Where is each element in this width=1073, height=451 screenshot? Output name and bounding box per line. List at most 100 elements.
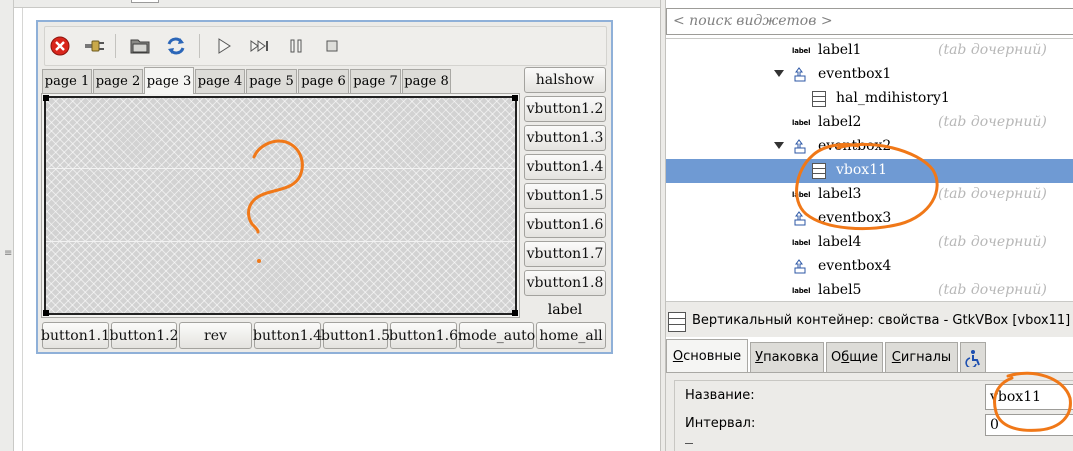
side-button-vbutton1-2[interactable]: vbutton1.2	[524, 96, 606, 122]
next-property-row	[685, 443, 693, 451]
widget-tree: label label1 (tab дочерний) eventbox1 hal_md…	[666, 38, 1073, 301]
refresh-icon[interactable]	[165, 35, 187, 57]
tab-page-8[interactable]: page 8	[402, 69, 451, 93]
placeholder-separator	[46, 241, 515, 242]
toolbar-separator	[115, 34, 116, 58]
bottom-button-button1-1[interactable]: button1.1	[41, 322, 110, 349]
tab-page-6[interactable]: page 6	[298, 69, 349, 93]
expander-icon[interactable]	[774, 70, 784, 77]
eventbox-widget-icon	[794, 259, 806, 274]
tab-page-2[interactable]: page 2	[93, 69, 143, 93]
tree-item-name: label5	[818, 282, 862, 298]
properties-title: Вертикальный контейнер: свойства - GtkVB…	[692, 313, 1071, 328]
props-tab-0[interactable]: Основные	[666, 339, 748, 373]
tree-item-name: label2	[818, 114, 862, 130]
tab-page-4[interactable]: page 4	[195, 69, 245, 93]
tree-row-hal-mdihistory1[interactable]: hal_mdihistory1	[666, 87, 1073, 111]
tree-row-label2[interactable]: label label2 (tab дочерний)	[666, 111, 1073, 135]
label-widget-icon: label	[792, 119, 811, 127]
name-field[interactable]: vbox11	[985, 384, 1073, 410]
bottom-button-rev[interactable]: rev	[179, 322, 252, 349]
tab-child-hint: (tab дочерний)	[938, 114, 1047, 130]
tree-row-label5[interactable]: label label5 (tab дочерний)	[666, 279, 1073, 301]
toolbar-separator	[199, 34, 200, 58]
toolbar	[44, 26, 607, 66]
tree-row-eventbox4[interactable]: eventbox4	[666, 255, 1073, 279]
step-forward-icon[interactable]	[249, 35, 271, 57]
side-button-vbutton1-7[interactable]: vbutton1.7	[524, 241, 606, 267]
label-widget-icon: label	[792, 47, 811, 55]
bottom-button-button1-6[interactable]: button1.6	[389, 322, 458, 349]
vbox-placeholder-area[interactable]	[44, 96, 517, 315]
tree-row-label1[interactable]: label label1 (tab дочерний)	[666, 39, 1073, 63]
props-tab-label: Упаковка	[755, 350, 819, 365]
tree-row-vbox11[interactable]: vbox11	[666, 159, 1073, 183]
tree-row-label3[interactable]: label label3 (tab дочерний)	[666, 183, 1073, 207]
props-tab-label: Сигналы	[891, 350, 952, 365]
ruler-tick	[131, 0, 159, 3]
properties-inner: Название: vbox11 Интервал: 0	[674, 380, 1073, 451]
vbox-widget-icon	[812, 163, 826, 179]
accessibility-icon[interactable]	[960, 342, 986, 372]
bottom-button-button1-5[interactable]: button1.5	[321, 322, 390, 349]
vbox-icon	[668, 312, 686, 332]
properties-header: Вертикальный контейнер: свойства - GtkVB…	[666, 301, 1073, 337]
selection-handle[interactable]	[512, 95, 518, 101]
bottom-button-button1-2[interactable]: button1.2	[110, 322, 178, 349]
pause-icon[interactable]	[285, 35, 307, 57]
tab-page-1[interactable]: page 1	[42, 69, 92, 93]
tree-row-eventbox1[interactable]: eventbox1	[666, 63, 1073, 87]
tree-row-label4[interactable]: label label4 (tab дочерний)	[666, 231, 1073, 255]
tree-row-eventbox2[interactable]: eventbox2	[666, 135, 1073, 159]
selection-handle[interactable]	[43, 95, 49, 101]
label-widget-icon: label	[792, 239, 811, 247]
placeholder-separator	[46, 168, 515, 169]
label-widget-icon: label	[792, 287, 811, 295]
close-red-icon[interactable]	[49, 35, 71, 57]
label-widget-icon: label	[792, 191, 811, 199]
props-tab-2[interactable]: Общие	[826, 342, 883, 372]
side-button-vbutton1-4[interactable]: vbutton1.4	[524, 154, 606, 180]
tree-item-name: eventbox2	[818, 138, 892, 154]
tab-child-hint: (tab дочерний)	[938, 234, 1047, 250]
side-button-vbutton1-5[interactable]: vbutton1.5	[524, 183, 606, 209]
widget-search-input[interactable]: < поиск виджетов >	[666, 8, 1073, 35]
tab-page-3[interactable]: page 3	[144, 67, 194, 94]
stop-icon[interactable]	[321, 35, 343, 57]
spacing-field[interactable]: 0	[985, 414, 1073, 436]
tree-item-name: eventbox3	[818, 210, 892, 226]
selection-handle[interactable]	[43, 310, 49, 316]
tab-page-7[interactable]: page 7	[350, 69, 401, 93]
props-tab-label: Общие	[831, 350, 878, 365]
connect-plug-icon[interactable]	[83, 35, 105, 57]
tree-item-name: eventbox1	[818, 66, 892, 82]
selection-handle[interactable]	[512, 310, 518, 316]
panel-grip-icon[interactable]: ≡	[4, 249, 12, 259]
side-button-vbutton1-8[interactable]: vbutton1.8	[524, 270, 606, 296]
tab-page-5[interactable]: page 5	[246, 69, 297, 93]
open-folder-icon[interactable]	[129, 35, 151, 57]
bottom-button-mode-auto[interactable]: mode_auto	[458, 322, 535, 349]
eventbox-widget-icon	[794, 67, 806, 82]
notebook-page-area	[41, 93, 520, 318]
side-label: label	[547, 302, 583, 318]
tree-item-name: hal_mdihistory1	[836, 90, 950, 106]
vbox-widget-icon	[812, 91, 826, 107]
expander-icon[interactable]	[774, 142, 784, 149]
designed-window: label page 1 page 2 page 3 page 4 page 5 page…	[36, 20, 613, 354]
tree-item-name: label4	[818, 234, 862, 250]
tree-row-eventbox3[interactable]: eventbox3	[666, 207, 1073, 231]
side-button-vbutton1-3[interactable]: vbutton1.3	[524, 125, 606, 151]
tree-item-name: label3	[818, 186, 862, 202]
spacing-label: Интервал:	[685, 416, 756, 431]
props-tab-1[interactable]: Упаковка	[750, 342, 824, 372]
props-tab-label: Основные	[672, 349, 742, 364]
play-icon[interactable]	[213, 35, 235, 57]
props-tab-3[interactable]: Сигналы	[885, 342, 958, 372]
bottom-button-button1-4[interactable]: button1.4	[253, 322, 322, 349]
top-ruler-strip	[14, 0, 660, 8]
canvas-guide-line	[22, 8, 23, 451]
side-button-vbutton1-6[interactable]: vbutton1.6	[524, 212, 606, 238]
bottom-button-home-all[interactable]: home_all	[536, 322, 606, 349]
side-button-halshow[interactable]: halshow	[524, 67, 606, 93]
